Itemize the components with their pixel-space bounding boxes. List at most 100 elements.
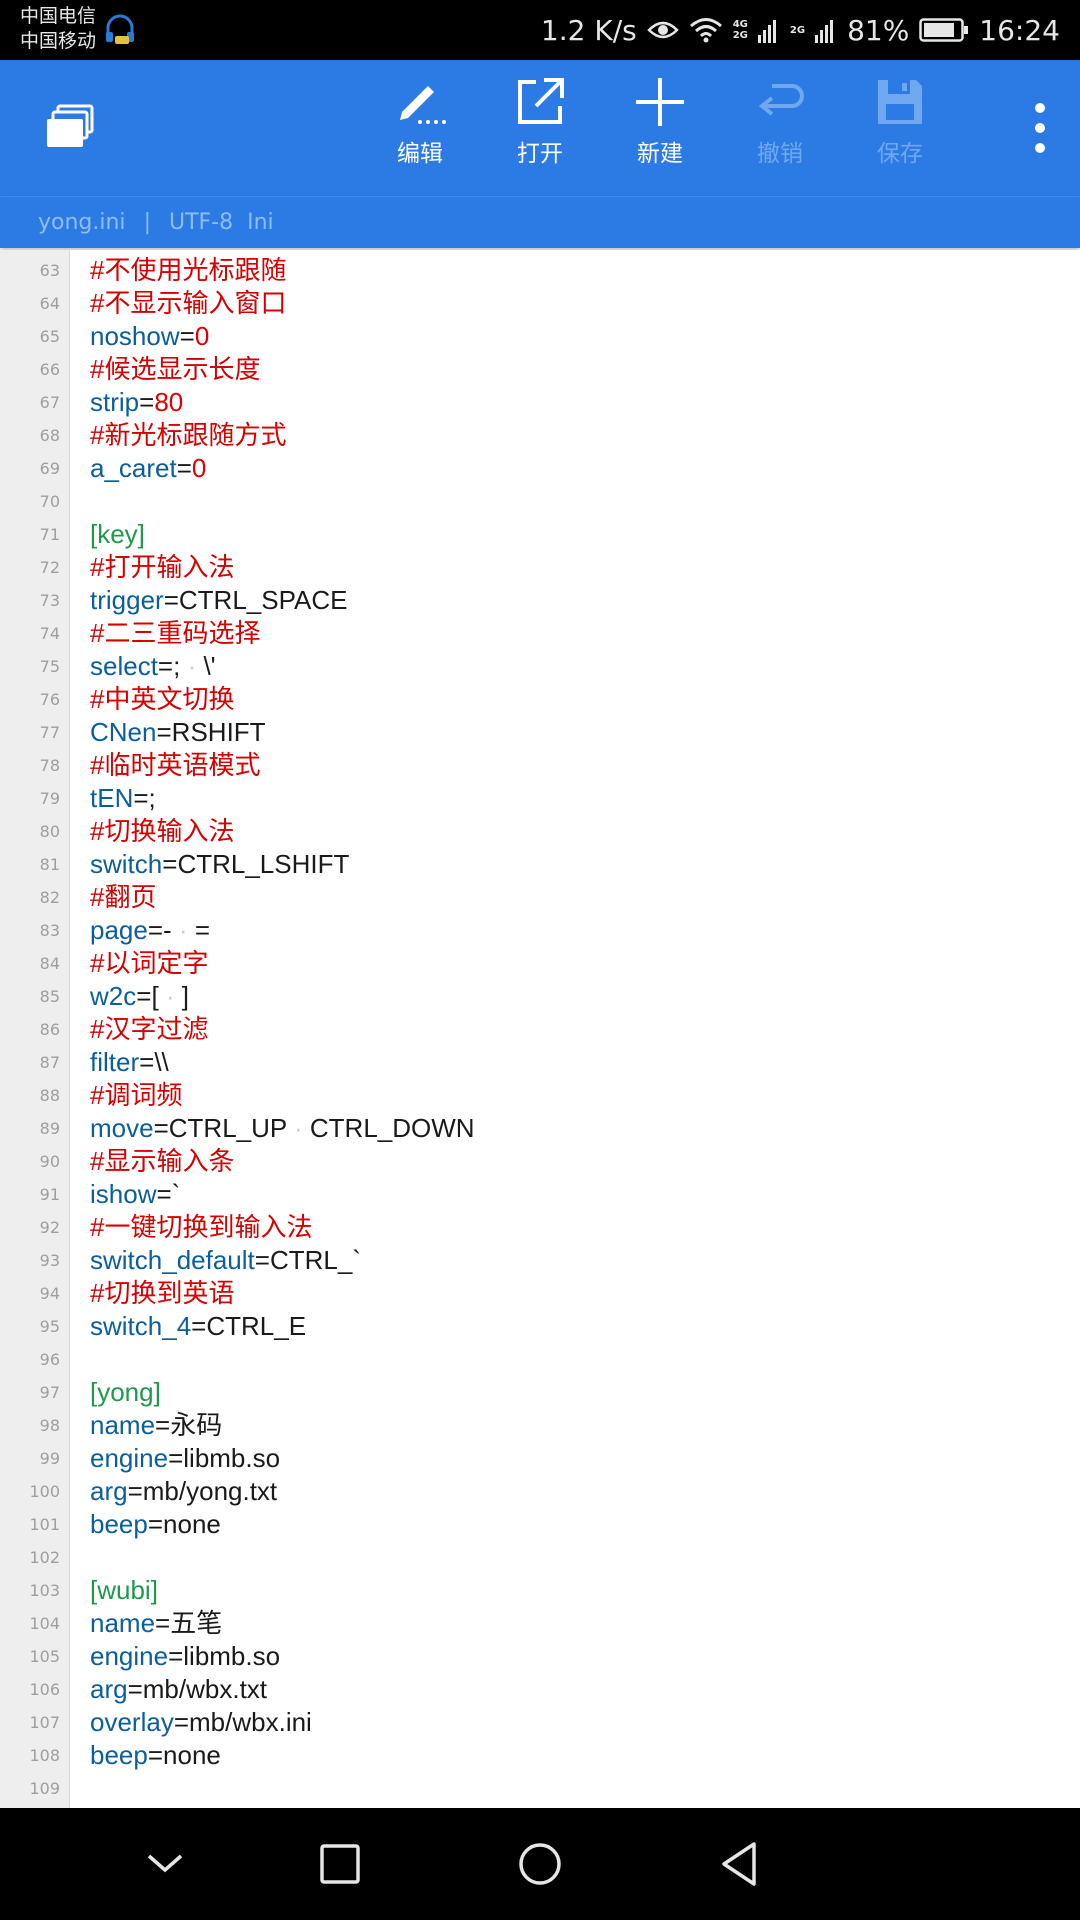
code-line[interactable]: 86 #汉字过滤 [0, 1013, 1080, 1046]
code-line[interactable]: 104 name=五笔 [0, 1607, 1080, 1640]
code-line[interactable]: 103 [wubi] [0, 1574, 1080, 1607]
home-icon[interactable] [514, 1838, 566, 1890]
more-options-icon[interactable] [1030, 100, 1050, 156]
code-text: [key] [90, 518, 145, 551]
code-line[interactable]: 70 [0, 485, 1080, 518]
code-line[interactable]: 78 #临时英语模式 [0, 749, 1080, 782]
clock: 16:24 [979, 13, 1060, 47]
code-line[interactable]: 64 #不显示输入窗口 [0, 287, 1080, 320]
code-line[interactable]: 75 select=; · \' [0, 650, 1080, 683]
code-line[interactable]: 79 tEN=; [0, 782, 1080, 815]
code-line[interactable]: 74 #二三重码选择 [0, 617, 1080, 650]
code-line[interactable]: 71 [key] [0, 518, 1080, 551]
hide-keyboard-icon[interactable] [139, 1838, 191, 1890]
code-line[interactable]: 101 beep=none [0, 1508, 1080, 1541]
code-line[interactable]: 91 ishow=` [0, 1178, 1080, 1211]
code-line[interactable]: 65 noshow=0 [0, 320, 1080, 353]
equals-sign: = [127, 1476, 143, 1506]
code-editor[interactable]: 63 #不使用光标跟随 64 #不显示输入窗口 65 noshow=0 66 #候选显示长度 6… [0, 250, 1080, 1808]
code-line[interactable]: 72 #打开输入法 [0, 551, 1080, 584]
code-line[interactable]: 67 strip=80 [0, 386, 1080, 419]
code-text: CNen=RSHIFT [90, 716, 266, 749]
equals-sign: = [139, 1047, 155, 1077]
save-button[interactable]: 保存 [850, 76, 950, 168]
code-line[interactable]: 88 #调词频 [0, 1079, 1080, 1112]
code-line[interactable]: 77 CNen=RSHIFT [0, 716, 1080, 749]
code-line[interactable]: 76 #中英文切换 [0, 683, 1080, 716]
code-line[interactable]: 73 trigger=CTRL_SPACE [0, 584, 1080, 617]
code-text: name=永码 [90, 1409, 222, 1442]
line-number: 84 [39, 954, 60, 973]
space-marker: · [158, 981, 182, 1011]
config-value: RSHIFT [171, 717, 266, 747]
eye-icon [646, 21, 679, 39]
code-line[interactable]: 107 overlay=mb/wbx.ini [0, 1706, 1080, 1739]
undo-button[interactable]: 撤销 [730, 76, 830, 168]
back-icon[interactable] [714, 1838, 766, 1890]
code-line[interactable]: 90 #显示输入条 [0, 1145, 1080, 1178]
comment-text: #汉字过滤 [90, 1014, 209, 1044]
code-line[interactable]: 95 switch_4=CTRL_E [0, 1310, 1080, 1343]
equals-sign: = [153, 1113, 169, 1143]
code-line[interactable]: 97 [yong] [0, 1376, 1080, 1409]
code-line[interactable]: 96 [0, 1343, 1080, 1376]
config-key: name [90, 1608, 156, 1638]
equals-sign: = [168, 1641, 184, 1671]
code-line[interactable]: 84 #以词定字 [0, 947, 1080, 980]
code-line[interactable]: 83 page=- · = [0, 914, 1080, 947]
code-text: move=CTRL_UP · CTRL_DOWN [90, 1112, 475, 1145]
line-number: 92 [39, 1218, 60, 1237]
config-value: mb/yong.txt [142, 1476, 278, 1506]
code-line[interactable]: 82 #翻页 [0, 881, 1080, 914]
edit-button[interactable]: 编辑 [370, 76, 470, 168]
code-text: a_caret=0 [90, 452, 206, 485]
code-line[interactable]: 105 engine=libmb.so [0, 1640, 1080, 1673]
equals-sign: = [173, 1707, 190, 1737]
new-button[interactable]: 新建 [610, 76, 710, 168]
config-value: mb/wbx.ini [189, 1707, 312, 1737]
line-number: 105 [29, 1647, 60, 1666]
network-speed: 1.2 K/s [540, 13, 637, 47]
line-number: 106 [29, 1680, 60, 1699]
equals-sign: = [155, 1608, 171, 1638]
code-line[interactable]: 89 move=CTRL_UP · CTRL_DOWN [0, 1112, 1080, 1145]
wifi-icon [689, 18, 722, 43]
code-line[interactable]: 69 a_caret=0 [0, 452, 1080, 485]
recent-files-icon[interactable] [44, 102, 96, 154]
code-line[interactable]: 87 filter=\\ [0, 1046, 1080, 1079]
code-line[interactable]: 109 [0, 1772, 1080, 1805]
code-line[interactable]: 106 arg=mb/wbx.txt [0, 1673, 1080, 1706]
open-label: 打开 [517, 141, 563, 167]
code-line[interactable]: 81 switch=CTRL_LSHIFT [0, 848, 1080, 881]
code-line[interactable]: 80 #切换输入法 [0, 815, 1080, 848]
open-button[interactable]: 打开 [490, 76, 590, 168]
code-line[interactable]: 98 name=永码 [0, 1409, 1080, 1442]
file-name[interactable]: yong.ini [38, 210, 126, 235]
space-marker: · [286, 1113, 310, 1143]
space-marker: · [180, 651, 204, 681]
code-line[interactable]: 102 [0, 1541, 1080, 1574]
comment-text: #打开输入法 [90, 552, 235, 582]
config-value: CTRL_E [206, 1311, 307, 1341]
code-line[interactable]: 92 #一键切换到输入法 [0, 1211, 1080, 1244]
code-line[interactable]: 63 #不使用光标跟随 [0, 254, 1080, 287]
code-line[interactable]: 100 arg=mb/yong.txt [0, 1475, 1080, 1508]
code-line[interactable]: 85 w2c=[ · ] [0, 980, 1080, 1013]
config-key: w2c [90, 981, 137, 1011]
code-line[interactable]: 66 #候选显示长度 [0, 353, 1080, 386]
comment-text: #不使用光标跟随 [90, 255, 287, 285]
new-label: 新建 [637, 141, 683, 167]
config-key: switch [90, 849, 163, 879]
equals-sign: = [157, 651, 174, 681]
code-line[interactable]: 108 beep=none [0, 1739, 1080, 1772]
line-number: 73 [39, 591, 60, 610]
code-line[interactable]: 93 switch_default=CTRL_` [0, 1244, 1080, 1277]
code-line[interactable]: 94 #切换到英语 [0, 1277, 1080, 1310]
syntax-label[interactable]: Ini [247, 210, 274, 235]
code-text: #汉字过滤 [90, 1013, 208, 1046]
code-line[interactable]: 68 #新光标跟随方式 [0, 419, 1080, 452]
code-line[interactable]: 99 engine=libmb.so [0, 1442, 1080, 1475]
config-value: CTRL_UP [168, 1113, 287, 1143]
encoding-label[interactable]: UTF-8 [169, 210, 233, 235]
recents-icon[interactable] [314, 1838, 366, 1890]
